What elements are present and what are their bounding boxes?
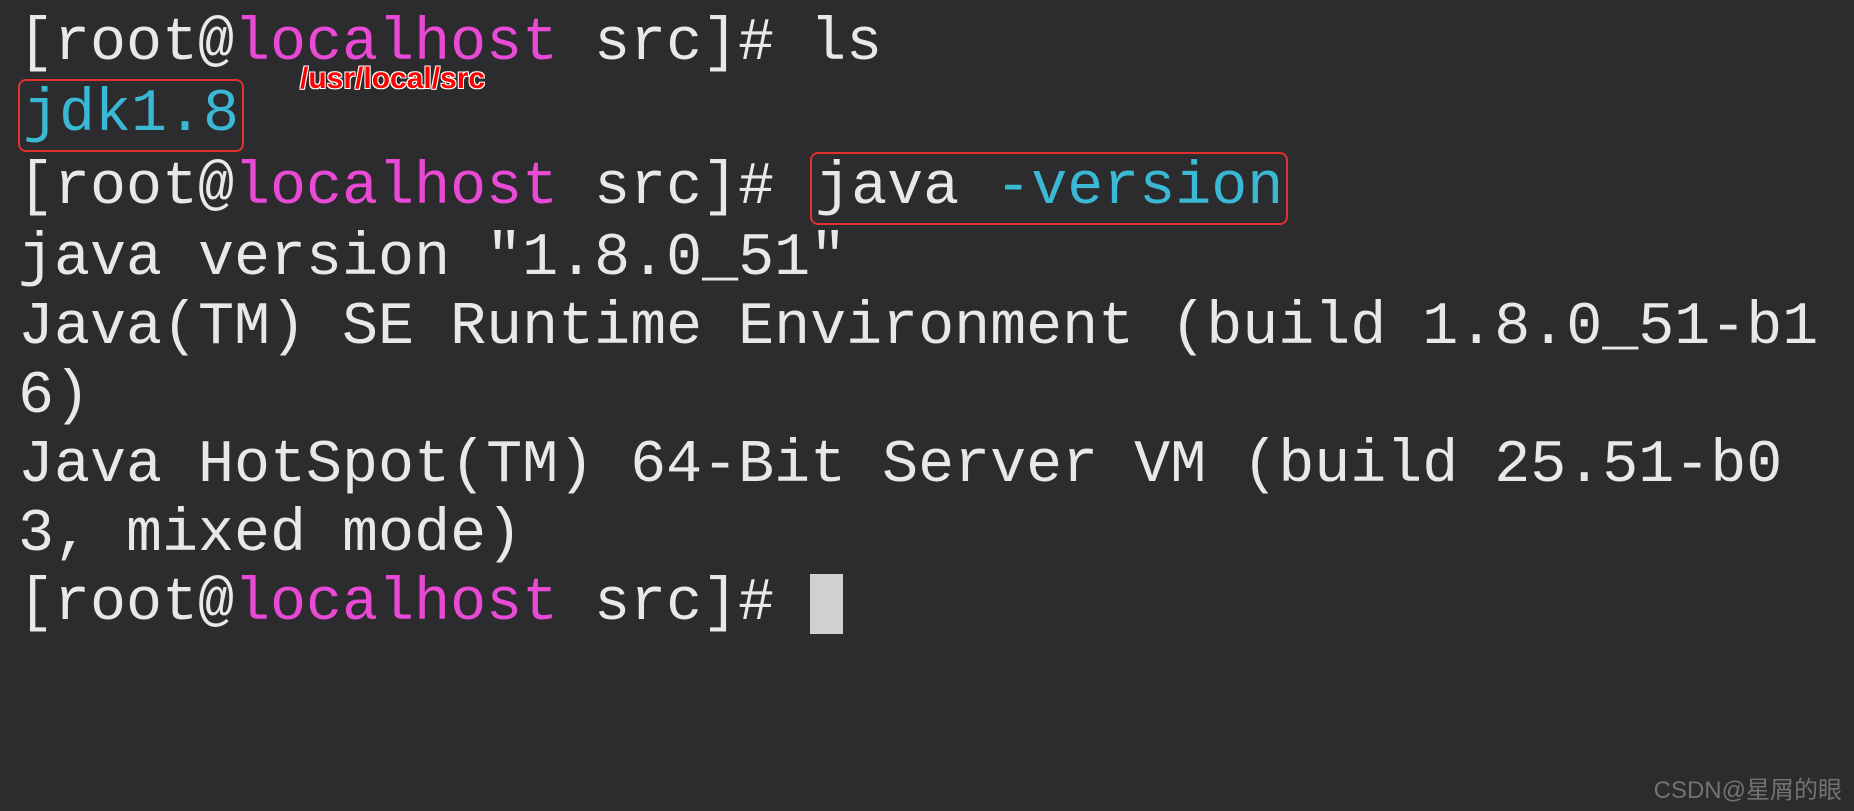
- terminal-line: [root@localhost src]# ls: [18, 10, 1836, 79]
- terminal-text: localhost: [234, 154, 558, 222]
- terminal-text: [root@: [18, 10, 234, 78]
- terminal-line: Java(TM) SE Runtime Environment (build 1…: [18, 294, 1836, 432]
- watermark: CSDN@星屑的眼: [1654, 777, 1842, 805]
- terminal-text: java version "1.8.0_51": [18, 225, 846, 293]
- terminal-text: Java(TM) SE Runtime Environment (build 1…: [18, 294, 1818, 431]
- terminal-text: src]# ls: [558, 10, 882, 78]
- highlight-box: java -version: [810, 152, 1288, 225]
- cursor[interactable]: [810, 574, 843, 634]
- terminal-text: -version: [995, 154, 1283, 222]
- terminal-text: jdk1.8: [23, 81, 239, 149]
- terminal-text: Java HotSpot(TM) 64-Bit Server VM (build…: [18, 432, 1782, 569]
- annotation-label: /usr/local/src: [300, 62, 485, 97]
- terminal-line: [root@localhost src]# java -version: [18, 152, 1836, 225]
- highlight-box: jdk1.8: [18, 79, 244, 152]
- terminal-text: java: [815, 154, 995, 222]
- terminal-text: [root@: [18, 570, 234, 638]
- terminal-text: src]#: [558, 570, 810, 638]
- terminal-text: [root@: [18, 154, 234, 222]
- terminal-line: [root@localhost src]#: [18, 570, 1836, 639]
- terminal-line: java version "1.8.0_51": [18, 225, 1836, 294]
- terminal-text: src]#: [558, 154, 810, 222]
- terminal-text: localhost: [234, 570, 558, 638]
- terminal-output: [root@localhost src]# lsjdk1.8[root@loca…: [18, 10, 1836, 639]
- terminal-line: jdk1.8: [18, 79, 1836, 152]
- terminal-line: Java HotSpot(TM) 64-Bit Server VM (build…: [18, 432, 1836, 570]
